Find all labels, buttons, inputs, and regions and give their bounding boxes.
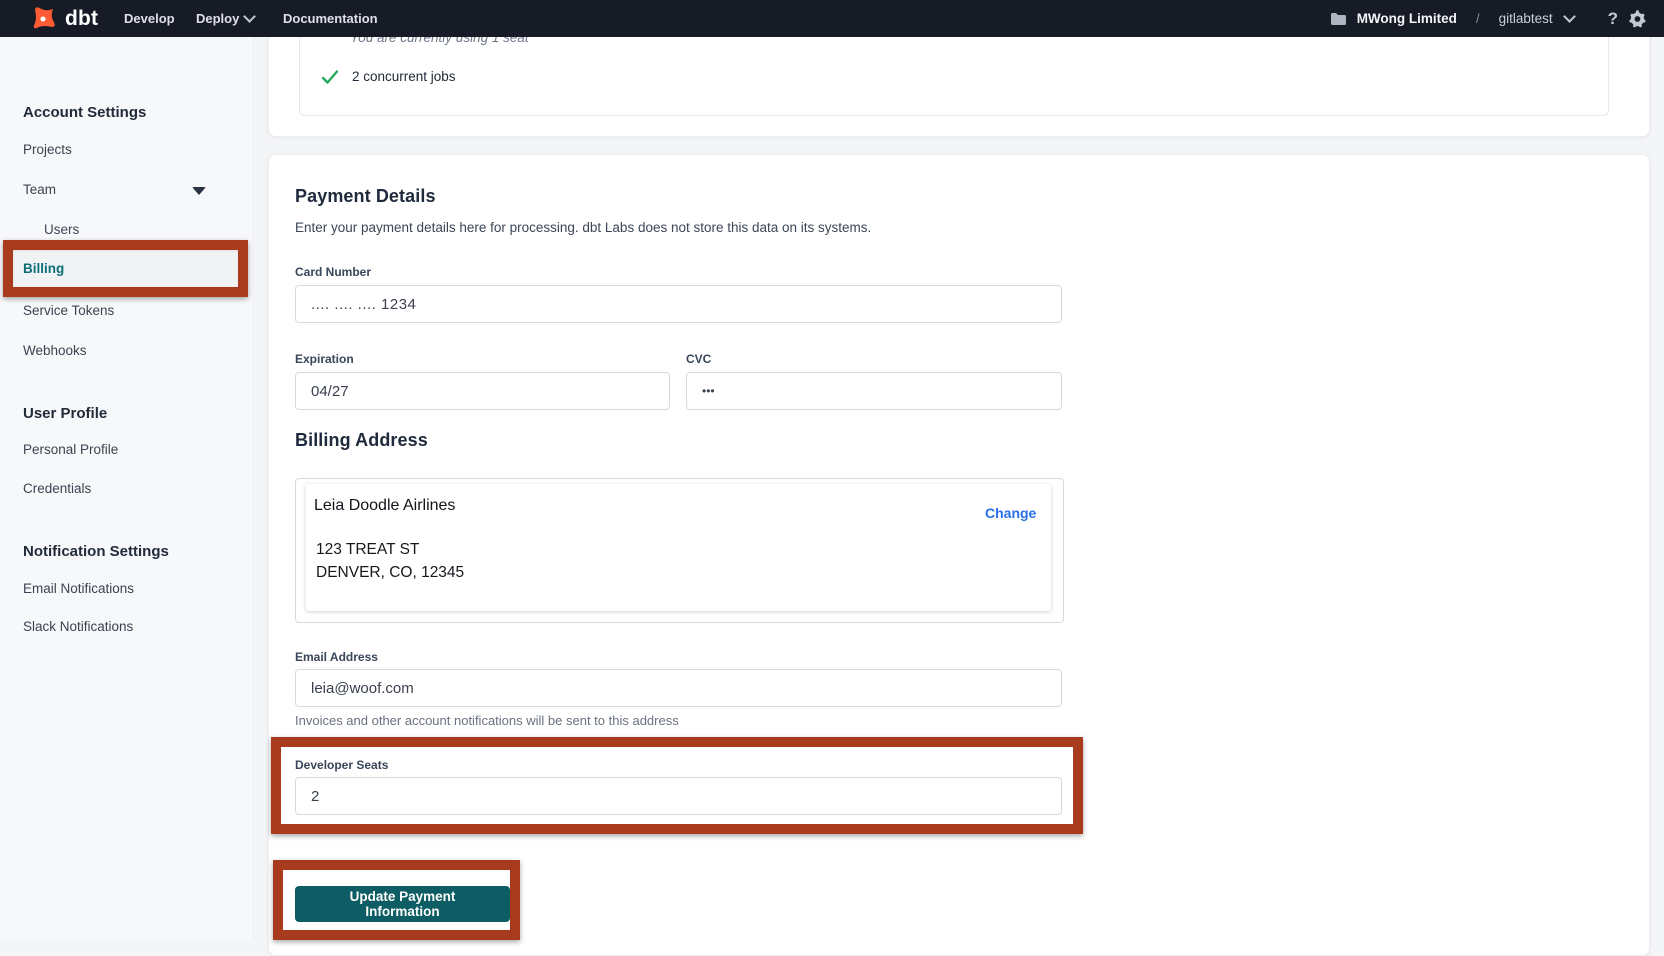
top-navbar: dbt Develop Deploy Documentation MWong L… [0,0,1664,37]
sidebar-section-user-profile: User Profile [23,405,107,422]
help-icon[interactable]: ? [1608,9,1618,29]
sidebar-item-webhooks[interactable]: Webhooks [23,343,87,358]
expiration-label: Expiration [295,352,354,366]
sidebar-item-billing[interactable]: Billing [13,250,238,287]
sidebar-item-personal-profile[interactable]: Personal Profile [23,442,118,457]
annotation-box-billing: Billing [3,240,248,297]
sidebar-section-notification-settings: Notification Settings [23,543,169,560]
sidebar-item-email-notifications[interactable]: Email Notifications [23,581,134,596]
card-number-input[interactable] [295,285,1062,323]
account-name[interactable]: MWong Limited [1357,11,1457,26]
billing-address-name: Leia Doodle Airlines [314,497,455,515]
update-payment-button[interactable]: Update Payment Information [295,886,510,922]
expiration-input[interactable] [295,372,670,410]
navbar-right-cluster: MWong Limited / gitlabtest ? [1330,0,1646,37]
gear-icon[interactable] [1628,10,1646,28]
developer-seats-input[interactable] [295,777,1062,815]
dbt-logo[interactable]: dbt [28,4,98,34]
nav-item-documentation[interactable]: Documentation [283,0,378,37]
plan-feature-row: 2 concurrent jobs [322,69,456,84]
payment-details-title: Payment Details [295,186,436,207]
card-number-label: Card Number [295,265,371,279]
cvc-label: CVC [686,352,711,366]
sidebar-item-slack-notifications[interactable]: Slack Notifications [23,619,133,634]
check-icon [322,70,338,84]
billing-address-title: Billing Address [295,430,428,451]
nav-item-deploy[interactable]: Deploy [196,0,254,37]
sidebar-item-service-tokens[interactable]: Service Tokens [23,303,114,318]
dbt-logo-icon [28,4,58,34]
developer-seats-label: Developer Seats [295,758,388,772]
email-address-input[interactable] [295,669,1062,707]
annotation-box-update-payment: Update Payment Information [273,860,520,940]
project-name[interactable]: gitlabtest [1499,11,1553,26]
settings-sidebar: Account Settings Projects Team Users Ser… [0,37,254,940]
billing-address-line2: DENVER, CO, 12345 [316,564,464,582]
chevron-down-icon[interactable] [1563,10,1576,23]
email-address-label: Email Address [295,650,378,664]
billing-address-line1: 123 TREAT ST [316,541,419,559]
plan-feature-label: 2 concurrent jobs [352,69,456,84]
change-address-link[interactable]: Change [985,505,1036,521]
chevron-down-icon [243,10,256,23]
email-helper-text: Invoices and other account notifications… [295,713,679,728]
nav-item-develop[interactable]: Develop [124,0,175,37]
sidebar-item-billing-label: Billing [23,261,64,276]
folder-icon [1330,12,1347,26]
breadcrumb-separator: / [1476,11,1480,26]
chevron-down-icon[interactable] [192,187,206,195]
sidebar-item-team[interactable]: Team [23,182,56,197]
annotation-box-developer-seats: Developer Seats [271,737,1083,834]
cvc-input[interactable] [686,372,1062,410]
dbt-logo-text: dbt [65,7,98,31]
sidebar-section-account-settings: Account Settings [23,104,146,121]
sidebar-item-credentials[interactable]: Credentials [23,481,91,496]
payment-details-subtitle: Enter your payment details here for proc… [295,220,871,235]
sidebar-item-users[interactable]: Users [44,222,79,237]
sidebar-item-projects[interactable]: Projects [23,142,72,157]
